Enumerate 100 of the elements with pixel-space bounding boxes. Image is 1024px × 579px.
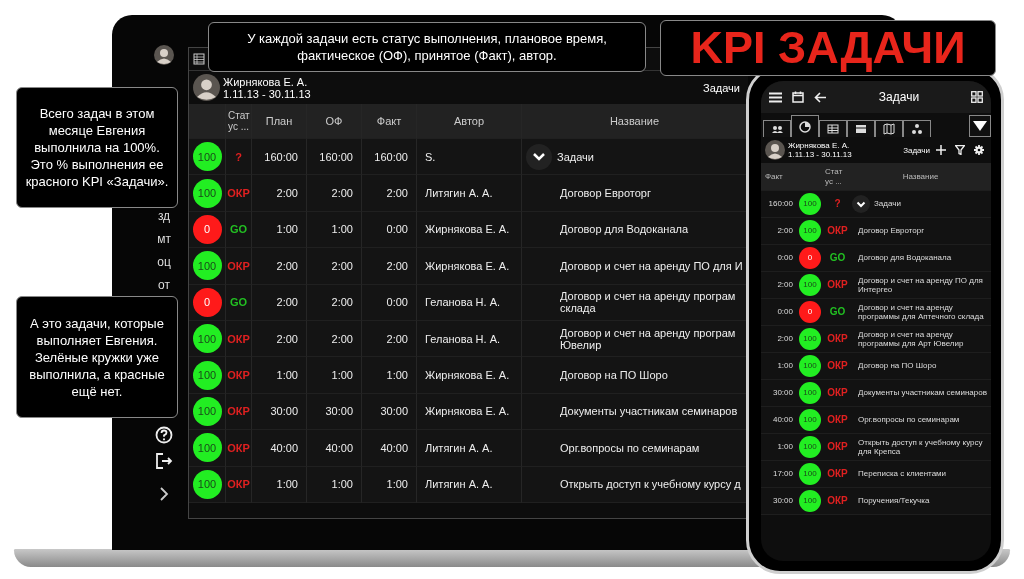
chevron-down-icon: [532, 151, 546, 162]
table-cell: 2:00: [331, 296, 353, 309]
sidebar-item[interactable]: мт: [157, 232, 171, 246]
logout-icon[interactable]: [155, 452, 173, 470]
help-icon[interactable]: [155, 426, 173, 444]
completion-circle: 100: [192, 469, 222, 499]
view-tab[interactable]: [847, 120, 875, 137]
settings-button[interactable]: [971, 145, 987, 155]
completion-circle: 0: [799, 247, 821, 269]
chevron-right-icon[interactable]: [158, 486, 170, 502]
dropdown-button[interactable]: [969, 115, 991, 137]
table-cell-text: Договор и счет на аренду программы для Арт Ювелир: [858, 329, 965, 349]
status-label: ОКР: [827, 496, 848, 506]
sidebar-item[interactable]: оц: [157, 255, 171, 269]
sidebar-item[interactable]: от: [158, 278, 170, 292]
status-label: ОКР: [827, 361, 848, 371]
table-cell: Документы участникам семинаров: [560, 405, 738, 418]
filter-button[interactable]: [952, 145, 968, 155]
table-cell: 30:00: [380, 405, 408, 418]
view-tab[interactable]: [903, 120, 931, 137]
pie-icon: [799, 120, 811, 133]
status-label: ОКР: [827, 415, 848, 425]
table-cell: Договор Евроторг: [858, 226, 925, 236]
status-label: ОКР: [827, 469, 848, 479]
table-cell: Жирнякова Е. А.: [425, 369, 510, 382]
expand-button[interactable]: [526, 143, 552, 170]
status-label: ОКР: [827, 226, 848, 236]
period-label: 1.11.13 - 30.11.13: [223, 87, 311, 100]
table-cell: 2:00: [276, 296, 298, 309]
completion-circle: 100: [799, 274, 821, 296]
table-cell: Геланова Н. А.: [425, 296, 501, 309]
table-cell-text: Договор и счет на аренду программы для Аптечного склада: [858, 302, 985, 322]
table-cell: Открыть доступ к учебному курсу д: [560, 478, 741, 491]
table-cell: 2:00: [386, 259, 408, 272]
period-label: 1.11.13 - 30.11.13: [788, 150, 852, 159]
column-header: Стат ус ...: [226, 104, 252, 139]
view-tab[interactable]: [763, 120, 791, 137]
completion-circle: 100: [192, 142, 222, 172]
table-cell: Переписка с клиентами: [858, 469, 947, 479]
table-cell: Договор для Водоканала: [858, 253, 952, 263]
table-cell: 40:00: [270, 441, 298, 454]
table-cell: 1:00: [777, 442, 793, 452]
completion-circle: 0: [799, 301, 821, 323]
table-cell: 0:00: [386, 223, 408, 236]
user-name: Жирнякова Е. А.: [788, 141, 851, 150]
table-cell: 2:00: [386, 187, 408, 200]
menu-icon[interactable]: [769, 91, 782, 103]
completion-circle: 0: [192, 287, 222, 317]
table-cell: 1:00: [276, 369, 298, 382]
callout: Всего задач в этом месяце Евгения выполнила на 100%. Это % выполнения ее красного KPI «Задачи».: [16, 87, 178, 208]
completion-circle: 100: [192, 396, 222, 426]
table-cell: 160:00: [374, 150, 408, 163]
column-header: Название: [522, 104, 748, 139]
chevron-down-icon: [856, 200, 866, 208]
status-label: ОКР: [227, 369, 250, 382]
expand-button[interactable]: [852, 195, 870, 213]
status-label: ОКР: [827, 280, 848, 290]
table-cell: 160:00: [264, 150, 298, 163]
table-cell: Документы участникам семинаров: [858, 388, 987, 398]
table-cell: 1:00: [777, 361, 793, 371]
table-cell: Договор и счет на аренду ПО для И: [560, 259, 743, 272]
completion-circle: 100: [192, 178, 222, 208]
view-tab[interactable]: [875, 120, 903, 137]
status-label: ?: [834, 199, 841, 209]
table-cell: 30:00: [772, 388, 793, 398]
calendar-icon[interactable]: [792, 91, 804, 103]
completion-circle: 100: [799, 193, 821, 215]
table-cell: Жирнякова Е. А.: [425, 259, 510, 272]
view-tab[interactable]: [819, 120, 847, 137]
table-cell: Договор на ПО Шоро: [858, 361, 937, 371]
table-cell: 0:00: [777, 253, 793, 263]
screen-title: Задачи: [877, 90, 921, 104]
table-cell-text: Договор и счет на аренду ПО для Интергео: [858, 275, 984, 295]
grid-icon[interactable]: [971, 91, 983, 103]
table-cell: 2:00: [331, 259, 353, 272]
completion-circle: 100: [799, 328, 821, 350]
table-icon[interactable]: [193, 53, 205, 65]
column-header: ОФ: [307, 104, 362, 139]
status-label: ОКР: [227, 332, 250, 345]
table-cell: 2:00: [386, 332, 408, 345]
status-label: GO: [229, 296, 248, 309]
table-cell: Договор и счет на аренду програм Ювелир: [560, 326, 736, 351]
sidebar-item[interactable]: зд: [157, 209, 171, 223]
completion-circle: 100: [799, 463, 821, 485]
status-label: ОКР: [227, 259, 250, 272]
back-arrow-icon[interactable]: [814, 91, 827, 103]
column-header: Автор: [417, 104, 522, 139]
table-cell: Литягин А. А.: [425, 187, 493, 200]
completion-circle: 100: [192, 251, 222, 281]
column-header: Факт: [761, 163, 795, 191]
table-cell: Задачи: [874, 199, 901, 209]
table-cell-text: Открыть доступ к учебному курсу для Крепса: [858, 437, 984, 457]
completion-circle: 100: [799, 490, 821, 512]
view-tab[interactable]: [791, 115, 819, 137]
table-cell: 1:00: [276, 223, 298, 236]
table-cell: 1:00: [276, 478, 298, 491]
completion-circle: 100: [799, 220, 821, 242]
add-button[interactable]: [933, 145, 949, 155]
table-cell: 17:00: [772, 469, 793, 479]
avatar: [154, 45, 174, 65]
